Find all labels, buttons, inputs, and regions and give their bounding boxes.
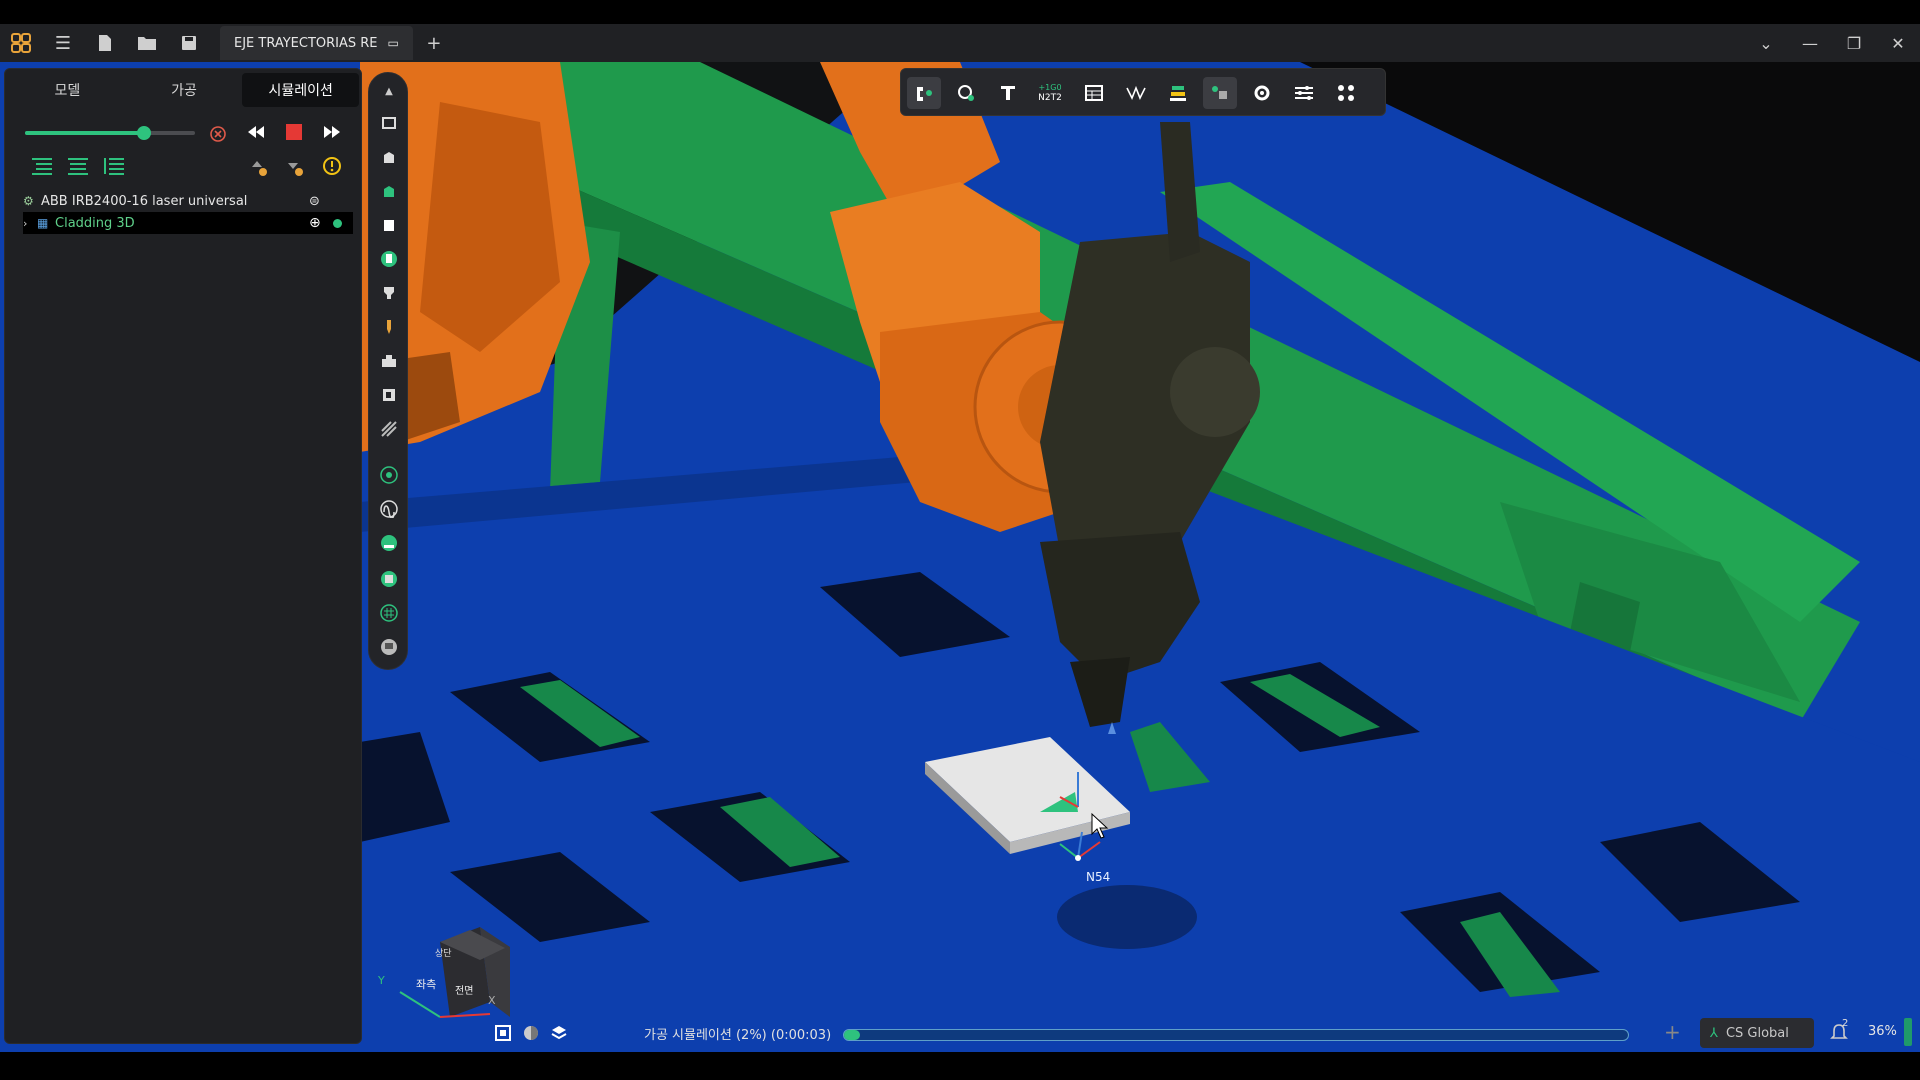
origin-marker-icon[interactable]: ⊜ [309, 194, 320, 209]
robot-icon: ⚙ [23, 194, 34, 208]
status-dot-icon [333, 218, 342, 228]
nozzle-icon[interactable] [377, 281, 401, 305]
collision-check-icon[interactable] [1203, 77, 1237, 109]
hatch-icon[interactable] [377, 417, 401, 441]
save-icon[interactable] [168, 24, 210, 62]
nc-label: N2T2 [1038, 93, 1062, 103]
move-up-icon[interactable] [247, 155, 273, 181]
close-button[interactable]: ✕ [1876, 24, 1920, 62]
stock-icon[interactable] [377, 145, 401, 169]
table-view-icon[interactable] [1077, 77, 1111, 109]
tool-holder-icon[interactable] [377, 111, 401, 135]
tab-simulation[interactable]: 시뮬레이션 [242, 73, 360, 107]
axis-y-label: Y [378, 974, 385, 987]
nc-sublabel: +1G0 [1038, 83, 1062, 92]
axis-x-label: X [488, 994, 496, 1007]
point-icon[interactable] [377, 463, 401, 487]
fast-forward-icon[interactable] [319, 119, 345, 145]
target-icon[interactable]: ⊕ [309, 215, 321, 231]
view-cube-top-label[interactable]: 상단 [435, 946, 452, 959]
simulation-speed-slider[interactable] [25, 126, 195, 140]
tree-item-machine[interactable]: ⚙ ABB IRB2400-16 laser universal ⊜ [23, 190, 320, 212]
app-logo-icon[interactable] [0, 24, 42, 62]
stop-icon[interactable] [281, 119, 307, 145]
search-tool-icon[interactable] [949, 77, 983, 109]
move-down-icon[interactable] [283, 155, 309, 181]
notification-count: 2 [1842, 1018, 1849, 1029]
minimize-button[interactable]: — [1788, 24, 1832, 62]
surface-icon[interactable] [377, 531, 401, 555]
slider-knob[interactable] [137, 126, 151, 140]
left-panel: 모델 가공 시뮬레이션 ⚙ ABB IRB2400-16 laser unive… [4, 68, 362, 1044]
view-cube-left-label[interactable]: 좌측 [416, 976, 436, 992]
layers-icon[interactable] [1161, 77, 1195, 109]
vertical-toolbar: ▲ [368, 72, 408, 670]
simulation-progress-bar [843, 1029, 1629, 1041]
coordinate-system-selector[interactable]: ⅄ CS Global [1700, 1018, 1814, 1048]
notification-bell-icon[interactable]: 2 [1828, 1018, 1854, 1048]
view-cube-front-label[interactable]: 전면 [455, 982, 473, 997]
cs-label: CS Global [1725, 1025, 1789, 1041]
sliders-icon[interactable] [1287, 77, 1321, 109]
curve-icon[interactable] [377, 497, 401, 521]
display-mode-icon[interactable] [546, 1020, 572, 1046]
waveform-icon[interactable] [1119, 77, 1153, 109]
align-center-list-icon[interactable] [65, 153, 91, 179]
drill-icon[interactable] [377, 315, 401, 339]
reset-simulation-icon[interactable] [205, 121, 231, 147]
operation-icon: ▦ [37, 216, 49, 230]
tree-item-label: ABB IRB2400-16 laser universal [41, 193, 248, 209]
indent-list-icon[interactable] [101, 153, 127, 179]
chevron-up-icon[interactable]: ▲ [377, 79, 401, 103]
expand-chevron-icon[interactable]: › [23, 217, 37, 230]
chevron-down-icon[interactable]: ⌄ [1744, 24, 1788, 62]
progress-fill [844, 1030, 860, 1040]
monitor-icon[interactable]: ▭ [388, 36, 399, 50]
menu-icon[interactable]: ☰ [42, 24, 84, 62]
add-tab-button[interactable]: + [413, 24, 455, 62]
tab-model[interactable]: 모델 [9, 73, 126, 107]
mesh-icon[interactable] [377, 601, 401, 625]
slider-fill [25, 131, 144, 135]
axis-triad-icon: ⅄ [1710, 1025, 1718, 1041]
document-tab[interactable]: EJE TRAYECTORIAS RE ▭ [220, 26, 413, 60]
simulation-status-text: 가공 시뮬레이션 (2%) (0:00:03) [644, 1028, 832, 1043]
align-left-list-icon[interactable] [29, 153, 55, 179]
open-folder-icon[interactable] [126, 24, 168, 62]
warning-icon[interactable] [319, 153, 345, 179]
tab-machining[interactable]: 가공 [126, 73, 243, 107]
fixture-icon[interactable] [377, 349, 401, 373]
spindle-icon[interactable] [377, 247, 401, 271]
fit-view-icon[interactable] [490, 1020, 516, 1046]
title-bar: ☰ EJE TRAYECTORIAS RE ▭ + ⌄ — ❐ ✕ [0, 24, 1920, 62]
shell-icon[interactable] [377, 635, 401, 659]
panel-tabs: 모델 가공 시뮬레이션 [9, 73, 360, 107]
settings-gear-icon[interactable] [1245, 77, 1279, 109]
shading-icon[interactable] [518, 1020, 544, 1046]
zoom-indicator-bar [1904, 1018, 1912, 1046]
tool-icon[interactable] [377, 179, 401, 203]
tree-item-operation[interactable]: › ▦ Cladding 3D ⊕ [23, 212, 353, 234]
new-file-icon[interactable] [84, 24, 126, 62]
tree-item-label: Cladding 3D [55, 215, 135, 231]
part-icon[interactable] [377, 213, 401, 237]
add-icon[interactable]: + [1664, 1020, 1681, 1044]
rewind-icon[interactable] [243, 119, 269, 145]
top-toolbar: +1G0 N2T2 [900, 68, 1386, 116]
nozzle-path-icon[interactable] [991, 77, 1025, 109]
solid-icon[interactable] [377, 567, 401, 591]
grid-dots-icon[interactable] [1329, 77, 1363, 109]
document-tab-title: EJE TRAYECTORIAS RE [234, 35, 378, 51]
restore-button[interactable]: ❐ [1832, 24, 1876, 62]
nc-code-icon[interactable]: +1G0 N2T2 [1033, 77, 1067, 109]
magnet-snap-icon[interactable] [907, 77, 941, 109]
node-label: N54 [1086, 870, 1111, 884]
zoom-level: 36% [1868, 1024, 1897, 1039]
machine-icon[interactable] [377, 383, 401, 407]
